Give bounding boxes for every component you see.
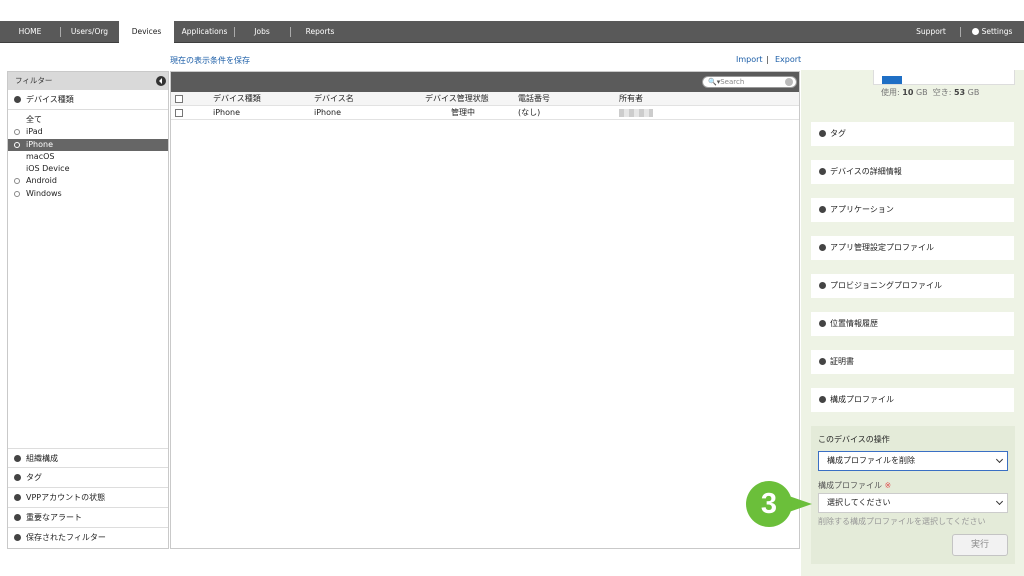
tab-devices[interactable]: Devices [119, 21, 174, 44]
section-device-details[interactable]: デバイスの詳細情報 [811, 160, 1014, 184]
filter-item-macos[interactable]: macOS [8, 151, 168, 163]
chevron-down-icon [14, 534, 21, 541]
chevron-down-icon [819, 320, 826, 327]
profile-select[interactable]: 選択してください [818, 493, 1008, 513]
tab-applications[interactable]: Applications [176, 21, 233, 43]
device-list-pane: 🔍▾Search デバイス種類 デバイス名 デバイス管理状態 電話番号 所有者 … [170, 71, 800, 549]
filter-item-android[interactable]: Android [8, 175, 168, 187]
chevron-down-icon [995, 455, 1004, 464]
chevron-down-icon [14, 474, 21, 481]
row-checkbox[interactable] [175, 109, 183, 117]
section-provisioning-profiles[interactable]: プロビジョニングプロファイル [811, 274, 1014, 298]
device-operations-panel: このデバイスの操作 構成プロファイルを削除 構成プロファイル ※ 選択してくださ… [811, 426, 1015, 564]
chevron-down-icon [819, 130, 826, 137]
tab-reports[interactable]: Reports [291, 21, 349, 43]
clear-search-icon[interactable] [785, 78, 793, 86]
run-button[interactable]: 実行 [952, 534, 1008, 556]
settings-label: Settings [981, 27, 1013, 36]
chevron-down-icon [819, 168, 826, 175]
step-number: 3 [746, 481, 792, 527]
cell-device-type: iPhone [213, 108, 241, 117]
column-header-management-status[interactable]: デバイス管理状態 [425, 92, 489, 106]
section-certificates[interactable]: 証明書 [811, 350, 1014, 374]
profile-hint-text: 削除する構成プロファイルを選択してください [818, 517, 986, 526]
chevron-down-icon [819, 358, 826, 365]
support-link[interactable]: Support [906, 21, 956, 43]
section-applications[interactable]: アプリケーション [811, 198, 1014, 222]
chevron-down-icon [14, 494, 21, 501]
filter-item-all[interactable]: 全て [8, 114, 168, 126]
chevron-down-icon [14, 514, 21, 521]
filter-item-iphone[interactable]: iPhone [8, 138, 168, 151]
table-row[interactable]: iPhone iPhone 管理中 (なし) [171, 106, 799, 120]
settings-link[interactable]: Settings [964, 21, 1020, 43]
step-marker: 3 [746, 481, 812, 527]
top-navigation-bar: HOME Users/Org Devices Applications Jobs… [0, 21, 1024, 44]
expand-icon[interactable] [14, 178, 20, 185]
filter-bottom-sections: 組織構成 タグ VPPアカウントの状態 重要なアラート 保存されたフィルター [8, 448, 168, 548]
chevron-down-icon [819, 282, 826, 289]
filter-header: フィルター [8, 72, 168, 90]
section-location-history[interactable]: 位置情報履歴 [811, 312, 1014, 336]
column-header-owner[interactable]: 所有者 [619, 92, 643, 106]
storage-used-bar [882, 76, 902, 84]
filter-section-alerts[interactable]: 重要なアラート [8, 508, 168, 528]
collapse-panel-icon[interactable] [156, 76, 166, 86]
chevron-down-icon [819, 244, 826, 251]
chevron-down-icon [819, 206, 826, 213]
tab-users-org[interactable]: Users/Org [61, 21, 118, 43]
filter-section-device-type[interactable]: デバイス種類 [8, 90, 168, 110]
operations-title: このデバイスの操作 [818, 435, 890, 444]
section-config-profiles[interactable]: 構成プロファイル [811, 388, 1014, 412]
chevron-down-icon [819, 396, 826, 403]
select-all-checkbox[interactable] [175, 95, 183, 103]
filter-section-saved[interactable]: 保存されたフィルター [8, 528, 168, 548]
filter-panel: フィルター デバイス種類 全て iPad iPhone macOS iOS De… [7, 71, 169, 549]
filter-section-tag[interactable]: タグ [8, 468, 168, 488]
search-icon: 🔍▾ [708, 78, 721, 86]
table-header-row: デバイス種類 デバイス名 デバイス管理状態 電話番号 所有者 [171, 92, 799, 106]
filter-item-ios-device[interactable]: iOS Device [8, 163, 168, 175]
chevron-down-icon [14, 455, 21, 462]
search-input[interactable]: 🔍▾Search [702, 76, 797, 88]
link-separator: | [766, 55, 769, 64]
cell-owner-redacted [619, 109, 653, 117]
tab-jobs[interactable]: Jobs [235, 21, 289, 43]
import-link[interactable]: Import [736, 55, 763, 64]
expand-icon[interactable] [14, 129, 20, 136]
filter-section-vpp[interactable]: VPPアカウントの状態 [8, 488, 168, 508]
section-tag[interactable]: タグ [811, 122, 1014, 146]
filter-title: フィルター [15, 76, 53, 85]
required-mark: ※ [884, 481, 892, 490]
column-header-device-name[interactable]: デバイス名 [314, 92, 354, 106]
action-select[interactable]: 構成プロファイルを削除 [818, 451, 1008, 471]
storage-bar-container [873, 70, 1015, 85]
profile-field-label: 構成プロファイル ※ [818, 481, 892, 490]
chevron-down-icon [995, 497, 1004, 506]
filter-item-windows[interactable]: Windows [8, 188, 168, 200]
cell-phone: (なし) [518, 108, 541, 117]
table-toolbar: 🔍▾Search [171, 72, 799, 92]
filter-item-ipad[interactable]: iPad [8, 126, 168, 138]
storage-summary: 使用: 10 GB 空き: 53 GB [881, 88, 980, 97]
cell-management-status: 管理中 [451, 108, 475, 117]
cell-device-name: iPhone [314, 108, 342, 117]
gear-icon [971, 28, 979, 35]
save-conditions-link[interactable]: 現在の表示条件を保存 [170, 55, 250, 66]
nav-separator [960, 27, 961, 37]
column-header-device-type[interactable]: デバイス種類 [213, 92, 261, 106]
export-link[interactable]: Export [775, 55, 801, 64]
filter-section-organization[interactable]: 組織構成 [8, 448, 168, 468]
expand-icon[interactable] [14, 190, 20, 197]
chevron-up-icon [14, 96, 21, 103]
tab-home[interactable]: HOME [0, 21, 60, 43]
section-app-config-profiles[interactable]: アプリ管理設定プロファイル [811, 236, 1014, 260]
column-header-phone[interactable]: 電話番号 [518, 92, 550, 106]
device-detail-pane: 使用: 10 GB 空き: 53 GB タグ デバイスの詳細情報 アプリケーショ… [801, 70, 1024, 576]
expand-icon[interactable] [14, 141, 20, 148]
